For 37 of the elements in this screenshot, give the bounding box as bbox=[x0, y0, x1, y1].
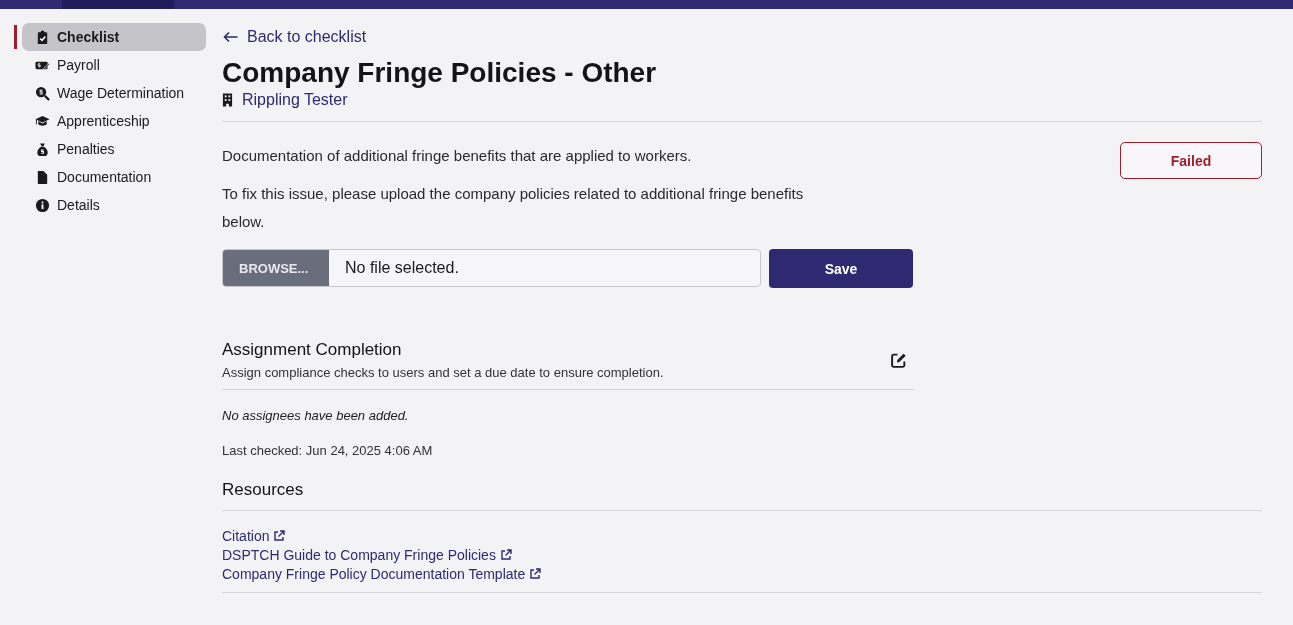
section-title: Resources bbox=[222, 480, 305, 500]
resource-link[interactable]: DSPTCH Guide to Company Fringe Policies bbox=[222, 547, 512, 563]
file-icon bbox=[35, 169, 50, 185]
resource-link[interactable]: Citation bbox=[222, 528, 286, 544]
status-badge: Failed bbox=[1120, 142, 1262, 179]
last-checked-text: Last checked: Jun 24, 2025 4:06 AM bbox=[222, 443, 434, 458]
clipboard-check-icon bbox=[35, 29, 50, 45]
description-text: Documentation of additional fringe benefits that are applied to workers. bbox=[222, 146, 693, 166]
sidebar-item[interactable]: Details bbox=[14, 193, 206, 217]
sidebar-item[interactable]: Documentation bbox=[14, 165, 206, 189]
sidebar-item[interactable]: Payroll bbox=[14, 53, 206, 77]
file-input[interactable]: BROWSE... No file selected. bbox=[222, 249, 761, 287]
sidebar-item[interactable]: Apprenticeship bbox=[14, 109, 206, 133]
external-link-icon bbox=[529, 568, 542, 580]
resource-link[interactable]: Company Fringe Policy Documentation Template bbox=[222, 566, 542, 582]
info-icon bbox=[35, 197, 50, 213]
instructions-text: To fix this issue, please upload the company policies related to additional fringe benefits below. bbox=[222, 184, 805, 232]
sidebar-item[interactable]: Wage Determination bbox=[14, 81, 206, 105]
left-arrow-icon bbox=[222, 31, 239, 43]
empty-assignees-text: No assignees have been added. bbox=[222, 408, 410, 423]
sidebar-item[interactable]: Penalties bbox=[14, 137, 206, 161]
back-link[interactable]: Back to checklist bbox=[222, 28, 367, 46]
browse-button[interactable]: BROWSE... bbox=[223, 250, 329, 286]
page-title: Company Fringe Policies - Other bbox=[222, 57, 658, 89]
money-bag-icon bbox=[35, 141, 50, 157]
section-title: Assignment Completion bbox=[222, 340, 403, 360]
save-button[interactable]: Save bbox=[769, 249, 913, 288]
sidebar-item[interactable]: Checklist bbox=[14, 25, 206, 49]
external-link-icon bbox=[499, 549, 512, 561]
search-dollar-icon bbox=[35, 85, 50, 101]
file-name-text: No file selected. bbox=[344, 258, 459, 278]
section-subtitle: Assign compliance checks to users and set a due date to ensure completion. bbox=[222, 365, 664, 380]
edit-icon[interactable] bbox=[890, 351, 907, 369]
building-icon bbox=[222, 93, 233, 107]
graduation-cap-icon bbox=[35, 113, 50, 129]
external-link-icon bbox=[273, 530, 286, 542]
company-link[interactable]: Rippling Tester bbox=[222, 91, 348, 109]
